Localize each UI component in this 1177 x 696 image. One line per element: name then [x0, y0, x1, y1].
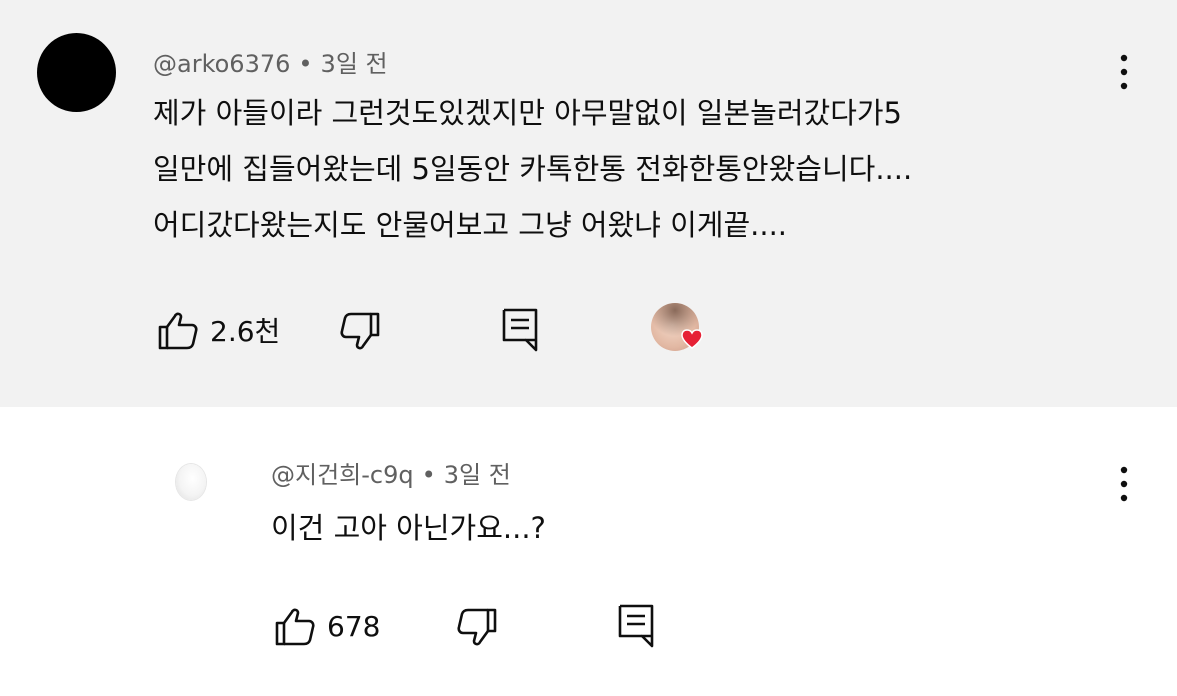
dislike-button[interactable] — [455, 606, 499, 650]
comment-line: 어디갔다왔는지도 안물어보고 그냥 어왔냐 이게끝.... — [153, 208, 788, 242]
comment-meta: @arko6376 • 3일 전 — [153, 44, 388, 79]
thumbs-up-icon — [275, 608, 315, 646]
meta-separator: • — [421, 461, 436, 489]
reply-avatar[interactable] — [176, 464, 206, 500]
reply-button[interactable] — [500, 306, 544, 354]
like-button[interactable]: 678 — [273, 604, 380, 648]
meta-separator: • — [298, 50, 313, 78]
reply-time: 3일 전 — [443, 461, 511, 489]
creator-heart-icon — [681, 329, 703, 349]
comment-line: 제가 아들이라 그런것도있겠지만 아무말없이 일본놀러갔다가5 — [153, 96, 903, 130]
reply-text: 이건 고아 아닌가요...? — [271, 511, 546, 545]
reply-meta: @지건희-c9q • 3일 전 — [271, 455, 511, 490]
highlighted-comment: @arko6376 • 3일 전 제가 아들이라 그런것도있겠지만 아무말없이 일본… — [0, 0, 1177, 407]
comment-text: 제가 아들이라 그런것도있겠지만 아무말없이 일본놀러갔다가5 일만에 집들어왔… — [153, 85, 912, 253]
thumbs-down-icon — [340, 312, 380, 350]
more-vertical-icon[interactable] — [1114, 52, 1134, 92]
comment-line: 일만에 집들어왔는데 5일동안 카톡한통 전화한통안왔습니다.... — [153, 152, 913, 186]
like-button[interactable]: 2.6천 — [156, 308, 280, 352]
creator-heart-badge — [651, 303, 703, 351]
reply-icon — [502, 308, 538, 352]
reply-button[interactable] — [616, 602, 660, 650]
comment-author[interactable]: @arko6376 — [153, 50, 290, 78]
thumbs-up-icon — [158, 312, 198, 350]
like-count: 2.6천 — [210, 315, 281, 348]
comment-time: 3일 전 — [320, 50, 388, 78]
thumbs-down-icon — [457, 608, 497, 646]
dislike-button[interactable] — [338, 310, 382, 354]
reply-author[interactable]: @지건희-c9q — [271, 461, 414, 489]
commenter-avatar[interactable] — [37, 33, 116, 112]
reply-icon — [618, 604, 654, 648]
more-vertical-icon[interactable] — [1114, 464, 1134, 504]
like-count: 678 — [327, 609, 381, 643]
